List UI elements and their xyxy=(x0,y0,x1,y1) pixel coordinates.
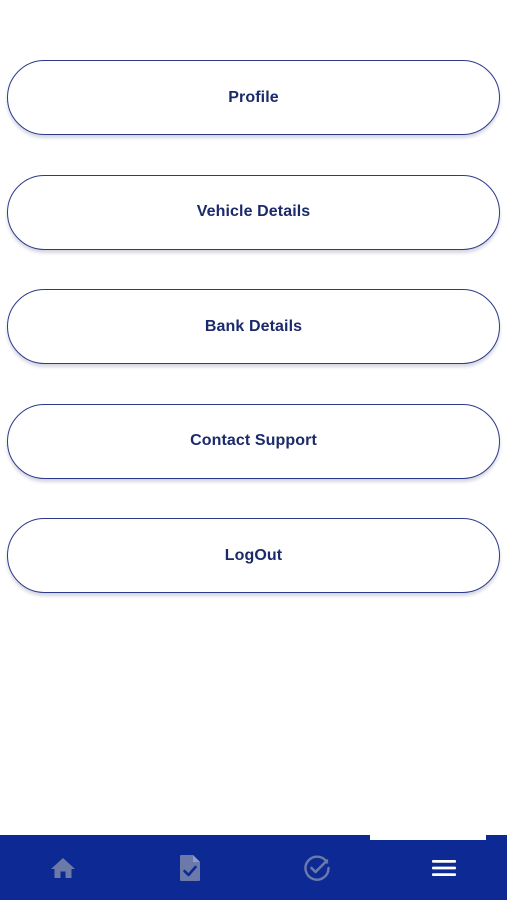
nav-documents[interactable] xyxy=(127,835,254,900)
bank-details-button[interactable]: Bank Details xyxy=(7,289,500,364)
document-check-icon xyxy=(179,854,201,882)
home-icon xyxy=(50,856,76,880)
check-circle-icon xyxy=(303,854,331,882)
bank-details-button-label: Bank Details xyxy=(204,317,303,335)
nav-menu[interactable] xyxy=(380,835,507,900)
vehicle-details-button[interactable]: Vehicle Details xyxy=(7,174,500,250)
nav-home[interactable] xyxy=(0,835,127,900)
profile-button[interactable]: Profile xyxy=(7,60,500,135)
bottom-navigation-bar xyxy=(0,835,507,900)
contact-support-button[interactable]: Contact Support xyxy=(7,403,500,479)
profile-button-label: Profile xyxy=(228,88,279,106)
menu-list: Profile Vehicle Details Bank Details Con… xyxy=(7,60,500,633)
menu-icon xyxy=(431,858,457,878)
contact-support-button-label: Contact Support xyxy=(190,432,317,449)
logout-button-label: LogOut xyxy=(224,546,283,564)
nav-completed[interactable] xyxy=(254,835,381,900)
more-menu-screen: Profile Vehicle Details Bank Details Con… xyxy=(0,0,507,900)
vehicle-details-button-label: Vehicle Details xyxy=(196,203,311,220)
logout-button[interactable]: LogOut xyxy=(7,518,500,593)
active-tab-indicator xyxy=(370,835,486,840)
